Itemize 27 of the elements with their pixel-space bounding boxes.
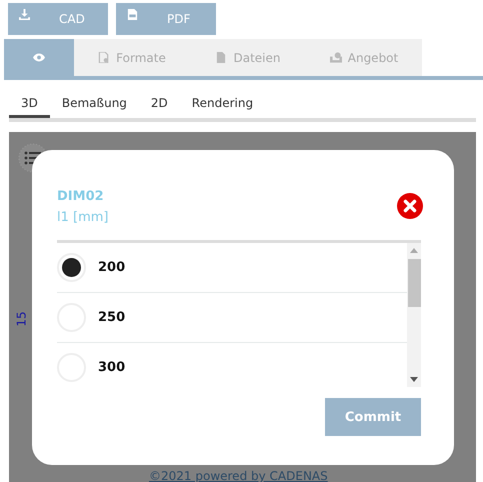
tab[interactable]: Formate	[74, 39, 190, 76]
scroll-up-icon[interactable]	[410, 248, 418, 253]
eye-icon	[33, 52, 45, 63]
dialog-title: DIM02	[57, 188, 105, 206]
tab[interactable]	[4, 39, 74, 76]
document-icon	[98, 52, 110, 63]
option-label: 250	[98, 310, 126, 325]
option-label: 300	[98, 360, 126, 375]
inbox-icon	[330, 52, 342, 63]
commit-button[interactable]: Commit	[325, 398, 421, 436]
dimension-label[interactable]: 15	[14, 311, 29, 327]
download-icon	[19, 8, 30, 20]
top-button[interactable]: CAD	[8, 3, 108, 35]
top-button[interactable]: PDF	[116, 3, 216, 35]
scrollbar[interactable]	[407, 243, 421, 387]
dialog-subtitle: l1 [mm]	[57, 210, 108, 224]
close-icon[interactable]	[397, 193, 423, 219]
view-tab[interactable]: Bemaßung	[50, 90, 139, 118]
scroll-down-icon[interactable]	[410, 377, 418, 382]
radio-button[interactable]	[57, 253, 86, 282]
tab[interactable]: Angebot	[306, 39, 422, 76]
option-label: 200	[98, 260, 126, 275]
tab[interactable]: Dateien	[190, 39, 306, 76]
file-icon	[215, 52, 228, 63]
document-icon	[127, 8, 138, 20]
view-tab[interactable]: Rendering	[180, 90, 266, 118]
view-tab[interactable]: 2D	[138, 90, 180, 118]
